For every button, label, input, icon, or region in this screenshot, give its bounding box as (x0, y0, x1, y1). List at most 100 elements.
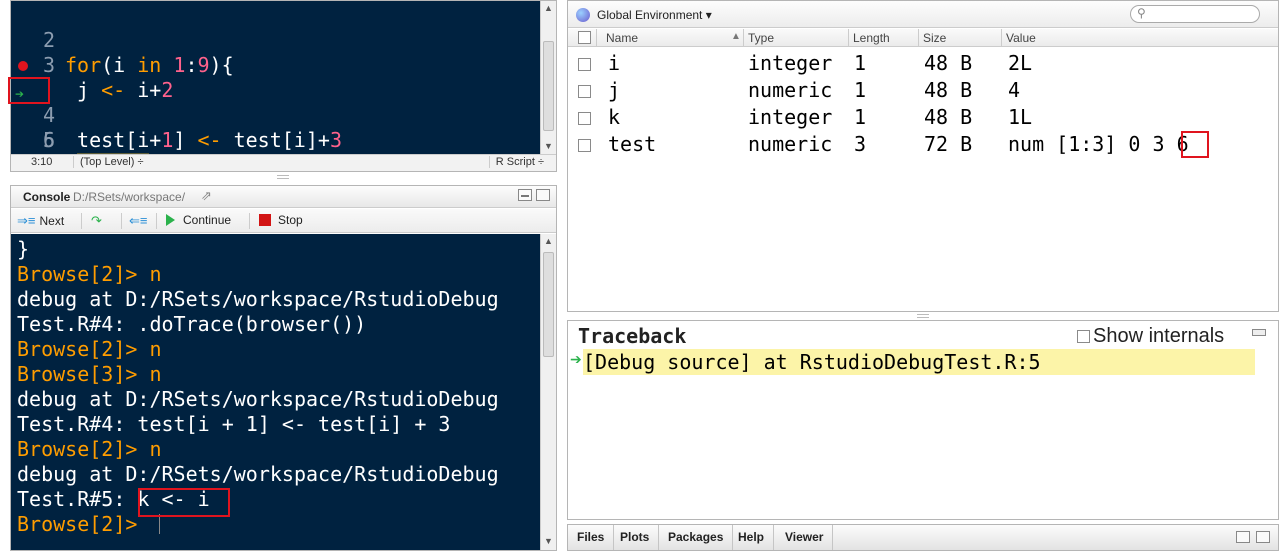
console-line: debug at D:/RSets/workspace/RstudioDebug (17, 387, 499, 411)
var-type: numeric (748, 132, 833, 156)
tab-packages[interactable]: Packages (659, 525, 734, 550)
var-length: 1 (854, 78, 867, 102)
var-type: integer (748, 105, 833, 129)
column-type[interactable]: Type (748, 31, 774, 45)
row-checkbox[interactable] (578, 85, 591, 98)
var-name: k (608, 105, 621, 129)
stop-icon (259, 214, 271, 226)
search-input[interactable]: ⚲ (1130, 5, 1260, 23)
scroll-down-icon[interactable]: ▼ (544, 141, 553, 151)
table-row[interactable]: j numeric 1 48 B 4 (568, 77, 1278, 104)
var-size: 48 B (924, 78, 973, 102)
console-tab[interactable]: Console (23, 190, 70, 204)
console-scrollbar[interactable]: ▲ ▼ (540, 234, 556, 550)
column-size[interactable]: Size (923, 31, 946, 45)
code-editor[interactable]: 2 for(i in 1:9){ 3 j <- i+2 4 test[i+1] … (11, 1, 541, 154)
column-value[interactable]: Value (1006, 31, 1036, 45)
toolbar-divider (121, 213, 122, 229)
maximize-icon[interactable] (536, 189, 550, 201)
var-value: 2L (1008, 51, 1033, 75)
var-value: 1L (1008, 105, 1033, 129)
current-frame-arrow-icon: ➔ (570, 351, 582, 367)
cursor-position: 3:10 (31, 156, 53, 168)
sort-ascending-icon[interactable]: ▲ (731, 31, 741, 42)
tab-files[interactable]: Files (568, 525, 615, 550)
tab-viewer[interactable]: Viewer (776, 525, 834, 550)
scroll-up-icon[interactable]: ▲ (544, 3, 553, 13)
code-line-7: 7 (11, 128, 541, 154)
environment-selector[interactable]: Global Environment ▾ (597, 8, 712, 22)
file-type-selector[interactable]: R Script ÷ (488, 156, 544, 168)
show-internals-checkbox[interactable] (1077, 330, 1090, 343)
code-line-5: ➔ 5 k <- i (11, 78, 541, 154)
table-row[interactable]: test numeric 3 72 B num [1:3] 0 3 6 (568, 131, 1278, 158)
console-scroll-thumb[interactable] (543, 252, 554, 357)
traceback-entry[interactable]: [Debug source] at RstudioDebugTest.R:5 (583, 349, 1255, 375)
next-icon: ⇒≡ (17, 213, 36, 228)
step-into-icon: ↷ (91, 213, 102, 228)
editor-scrollbar[interactable]: ▲ ▼ (540, 1, 556, 154)
collapse-icon[interactable] (1252, 329, 1266, 336)
environment-pane: Global Environment ▾ ⚲ Name ▲ Type Lengt… (567, 0, 1279, 312)
scope-selector[interactable]: (Top Level) ÷ (73, 156, 144, 168)
var-size: 72 B (924, 132, 973, 156)
row-checkbox[interactable] (578, 139, 591, 152)
code-line-6: 6 } (11, 103, 541, 154)
show-internals-label: Show internals (1093, 325, 1225, 347)
column-length[interactable]: Length (853, 31, 890, 45)
show-internals-toggle[interactable]: Show internals (1077, 325, 1224, 348)
source-editor-pane: 2 for(i in 1:9){ 3 j <- i+2 4 test[i+1] … (10, 0, 557, 172)
files-pane-tabs: Files Plots Packages Help Viewer (567, 524, 1279, 551)
finish-function-button[interactable]: ⇐≡ (129, 213, 147, 229)
console-line: Test.R#4: .doTrace(browser()) (17, 312, 367, 336)
row-checkbox[interactable] (578, 58, 591, 71)
debug-toolbar: ⇒≡ Next ↷ ⇐≡ Continue Stop (11, 209, 556, 233)
environment-table-header: Name ▲ Type Length Size Value (568, 29, 1278, 47)
scroll-down-icon[interactable]: ▼ (544, 536, 553, 546)
stop-button[interactable]: Stop (259, 213, 303, 227)
finish-icon: ⇐≡ (129, 213, 148, 228)
stop-label: Stop (278, 213, 303, 227)
scroll-up-icon[interactable]: ▲ (544, 236, 553, 246)
column-name[interactable]: Name (606, 31, 638, 45)
code-line-2: 2 for(i in 1:9){ (11, 3, 541, 77)
maximize-icon[interactable] (1256, 531, 1270, 543)
toolbar-divider (81, 213, 82, 229)
continue-label: Continue (183, 213, 232, 227)
minimize-icon[interactable] (1236, 531, 1250, 543)
pane-splitter[interactable] (277, 175, 289, 179)
next-label: Next (39, 214, 65, 228)
step-into-button[interactable]: ↷ (91, 213, 102, 229)
play-icon (166, 214, 175, 226)
var-type: integer (748, 51, 833, 75)
tab-plots[interactable]: Plots (611, 525, 660, 550)
var-name: j (608, 78, 621, 102)
console-line: debug at D:/RSets/workspace/RstudioDebug (17, 462, 499, 486)
var-size: 48 B (924, 105, 973, 129)
row-checkbox[interactable] (578, 112, 591, 125)
var-size: 48 B (924, 51, 973, 75)
toolbar-divider (156, 213, 157, 229)
pane-splitter[interactable] (917, 314, 929, 318)
console-output[interactable]: } Browse[2]> n debug at D:/RSets/workspace… (11, 234, 541, 550)
next-button[interactable]: ⇒≡ Next (17, 213, 64, 229)
environment-toolbar: Global Environment ▾ ⚲ (568, 1, 1278, 28)
tab-help[interactable]: Help (729, 525, 775, 550)
console-line: } (17, 237, 30, 261)
code-line-3: 3 j <- i+2 (11, 28, 541, 102)
editor-status-bar: 3:10 (Top Level) ÷ R Script ÷ (11, 154, 556, 171)
table-row[interactable]: i integer 1 48 B 2L (568, 50, 1278, 77)
continue-button[interactable]: Continue (166, 213, 231, 227)
search-icon: ⚲ (1137, 6, 1146, 20)
editor-scroll-thumb[interactable] (543, 41, 554, 131)
minimize-icon[interactable] (518, 189, 532, 201)
traceback-title: Traceback (578, 324, 687, 348)
select-all-checkbox[interactable] (578, 31, 591, 44)
table-row[interactable]: k integer 1 48 B 1L (568, 104, 1278, 131)
var-length: 1 (854, 51, 867, 75)
goto-directory-icon[interactable]: ⇗ (201, 188, 212, 204)
console-line: Browse[2]> (17, 512, 150, 536)
console-line: Test.R#4: test[i + 1] <- test[i] + 3 (17, 412, 451, 436)
breakpoint-icon[interactable] (18, 61, 28, 71)
var-value: 4 (1008, 78, 1021, 102)
